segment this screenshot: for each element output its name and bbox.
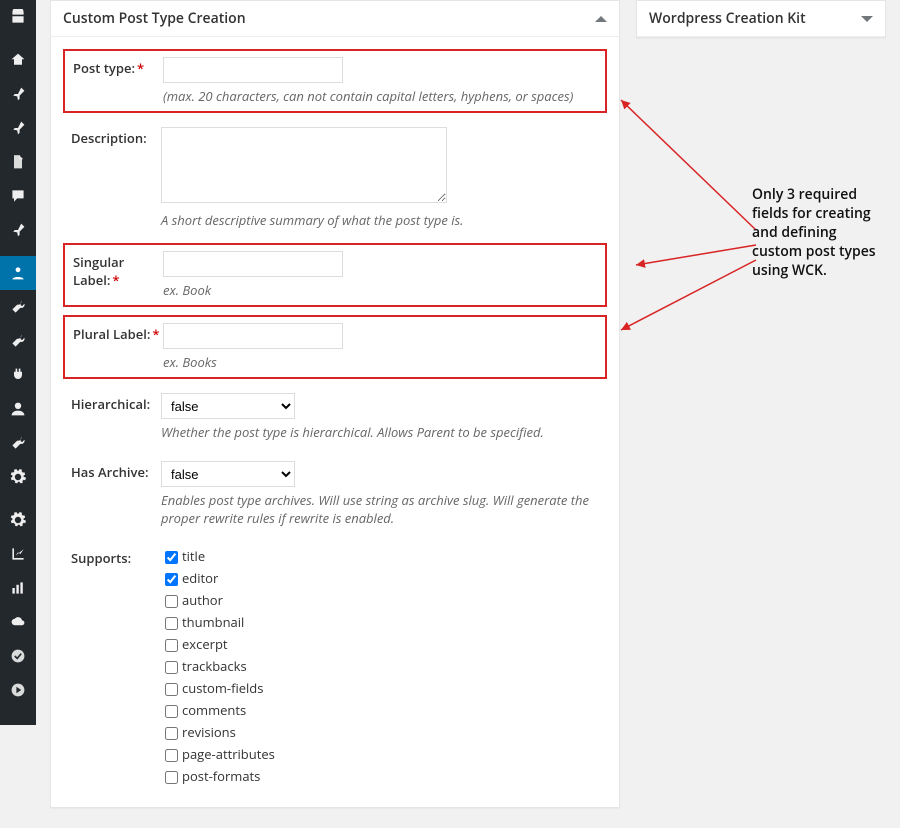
side-panel: Wordpress Creation Kit xyxy=(636,0,886,38)
hint-hierarchical: Whether the post type is hierarchical. A… xyxy=(161,423,599,441)
supports-checkbox-author[interactable] xyxy=(165,595,178,608)
supports-checkbox-excerpt[interactable] xyxy=(165,639,178,652)
field-hierarchical: Hierarchical: false Whether the post typ… xyxy=(63,387,607,447)
hint-post-type: (max. 20 characters, can not contain cap… xyxy=(163,87,597,105)
field-supports: Supports: titleeditorauthorthumbnailexce… xyxy=(63,541,607,795)
label-has-archive: Has Archive: xyxy=(71,461,161,527)
supports-checkbox-revisions[interactable] xyxy=(165,727,178,740)
supports-checkbox-comments[interactable] xyxy=(165,705,178,718)
label-singular-label: Singular Label:* xyxy=(73,251,163,299)
collapse-icon[interactable] xyxy=(595,16,607,22)
sidebar-user-icon[interactable] xyxy=(0,392,36,426)
supports-option-excerpt[interactable]: excerpt xyxy=(161,635,599,655)
expand-icon[interactable] xyxy=(861,16,873,22)
main-panel-body: Post type:* (max. 20 characters, can not… xyxy=(51,37,619,807)
supports-option-post-formats[interactable]: post-formats xyxy=(161,767,599,787)
hint-singular-label: ex. Book xyxy=(163,281,597,299)
label-description: Description: xyxy=(71,127,161,229)
sidebar-graph-icon[interactable] xyxy=(0,537,36,571)
main-panel-header[interactable]: Custom Post Type Creation xyxy=(51,1,619,37)
main-panel: Custom Post Type Creation Post type:* (m… xyxy=(50,0,620,808)
side-panel-title: Wordpress Creation Kit xyxy=(649,9,806,28)
sidebar-stats-icon[interactable] xyxy=(0,571,36,605)
sidebar-tool-icon[interactable] xyxy=(0,324,36,358)
sidebar-tool-icon[interactable] xyxy=(0,426,36,460)
wp-admin-sidebar xyxy=(0,0,36,725)
supports-option-trackbacks[interactable]: trackbacks xyxy=(161,657,599,677)
label-plural-label: Plural Label:* xyxy=(73,323,163,371)
supports-checkbox-post-formats[interactable] xyxy=(165,771,178,784)
post-type-input[interactable] xyxy=(163,57,343,83)
sidebar-dashboard-icon[interactable] xyxy=(0,0,36,34)
field-description: Description: A short descriptive summary… xyxy=(63,121,607,235)
field-singular-label: Singular Label:* ex. Book xyxy=(63,243,607,307)
main-area: Custom Post Type Creation Post type:* (m… xyxy=(36,0,900,725)
description-input[interactable] xyxy=(161,127,447,203)
hint-has-archive: Enables post type archives. Will use str… xyxy=(161,491,599,527)
supports-option-page-attributes[interactable]: page-attributes xyxy=(161,745,599,765)
supports-option-revisions[interactable]: revisions xyxy=(161,723,599,743)
sidebar-page-icon[interactable] xyxy=(0,145,36,179)
hint-description: A short descriptive summary of what the … xyxy=(161,211,599,229)
supports-option-title[interactable]: title xyxy=(161,547,599,567)
sidebar-comment-icon[interactable] xyxy=(0,179,36,213)
plural-label-input[interactable] xyxy=(163,323,343,349)
sidebar-cloud-icon[interactable] xyxy=(0,605,36,639)
sidebar-check-icon[interactable] xyxy=(0,639,36,673)
label-supports: Supports: xyxy=(71,547,161,789)
sidebar-pin-icon[interactable] xyxy=(0,213,36,247)
supports-option-comments[interactable]: comments xyxy=(161,701,599,721)
supports-checkbox-editor[interactable] xyxy=(165,573,178,586)
supports-checkbox-page-attributes[interactable] xyxy=(165,749,178,762)
main-panel-title: Custom Post Type Creation xyxy=(63,9,246,28)
hint-plural-label: ex. Books xyxy=(163,353,597,371)
sidebar-person-icon[interactable] xyxy=(0,256,36,290)
sidebar-play-icon[interactable] xyxy=(0,673,36,707)
field-plural-label: Plural Label:* ex. Books xyxy=(63,315,607,379)
supports-option-custom-fields[interactable]: custom-fields xyxy=(161,679,599,699)
annotation-text: Only 3 required fields for creating and … xyxy=(752,186,882,280)
label-post-type: Post type:* xyxy=(73,57,163,105)
side-panel-header[interactable]: Wordpress Creation Kit xyxy=(637,1,885,37)
sidebar-gear-icon[interactable] xyxy=(0,460,36,494)
sidebar-gear-icon[interactable] xyxy=(0,503,36,537)
sidebar-pin-icon[interactable] xyxy=(0,111,36,145)
supports-checkbox-thumbnail[interactable] xyxy=(165,617,178,630)
supports-checkbox-custom-fields[interactable] xyxy=(165,683,178,696)
supports-checklist: titleeditorauthorthumbnailexcerpttrackba… xyxy=(161,547,599,787)
field-post-type: Post type:* (max. 20 characters, can not… xyxy=(63,49,607,113)
sidebar-plugin-icon[interactable] xyxy=(0,358,36,392)
label-hierarchical: Hierarchical: xyxy=(71,393,161,441)
singular-label-input[interactable] xyxy=(163,251,343,277)
sidebar-home-icon[interactable] xyxy=(0,43,36,77)
supports-option-author[interactable]: author xyxy=(161,591,599,611)
supports-checkbox-title[interactable] xyxy=(165,551,178,564)
hierarchical-select[interactable]: false xyxy=(161,393,295,419)
supports-checkbox-trackbacks[interactable] xyxy=(165,661,178,674)
has-archive-select[interactable]: false xyxy=(161,461,295,487)
sidebar-tool-icon[interactable] xyxy=(0,290,36,324)
field-has-archive: Has Archive: false Enables post type arc… xyxy=(63,455,607,533)
supports-option-editor[interactable]: editor xyxy=(161,569,599,589)
supports-option-thumbnail[interactable]: thumbnail xyxy=(161,613,599,633)
sidebar-pin-icon[interactable] xyxy=(0,77,36,111)
